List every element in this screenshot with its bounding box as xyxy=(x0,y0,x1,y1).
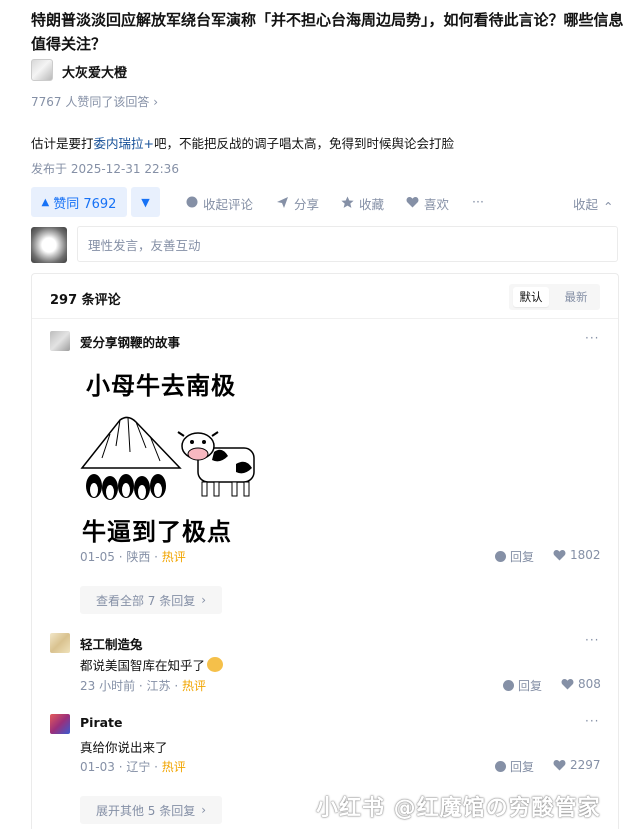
comment-like-count: 2297 xyxy=(570,758,601,772)
comment-location: 江苏 xyxy=(146,679,171,693)
comment-text: 都说美国智库在知乎了 xyxy=(80,655,224,674)
comment-time: 23 小时前 xyxy=(80,679,136,693)
collapse-comments-label: 收起评论 xyxy=(203,197,254,212)
comment-text-body: 都说美国智库在知乎了 xyxy=(80,658,206,673)
expand-replies-label: 展开其他 5 条回复 xyxy=(95,803,196,818)
question-title[interactable]: 特朗普淡淡回应解放军绕台军演称「并不担心台海周边局势」，如何看待此言论？哪些信息… xyxy=(31,8,631,56)
sort-newest-button[interactable]: 最新 xyxy=(556,287,596,307)
hot-badge: 热评 xyxy=(161,760,186,774)
comment-count: 297 条评论 xyxy=(50,293,121,308)
commenter-avatar[interactable] xyxy=(50,633,70,653)
more-icon: ··· xyxy=(472,194,484,209)
reply-icon xyxy=(503,680,514,691)
reply-icon xyxy=(495,761,506,772)
fold-button[interactable]: 收起 ⌃ xyxy=(573,194,614,214)
reply-label: 回复 xyxy=(510,550,535,564)
view-all-replies-button[interactable]: 查看全部 7 条回复 › xyxy=(80,586,222,614)
collapse-comments-button[interactable]: 收起评论 xyxy=(186,194,253,213)
comment-like-button[interactable]: 1802 xyxy=(553,548,601,562)
favorite-button[interactable]: 收藏 xyxy=(341,194,384,213)
vote-up-label: 赞同 7692 xyxy=(53,196,117,212)
content-link[interactable]: 委内瑞拉+ xyxy=(94,136,154,151)
expand-replies-button[interactable]: 展开其他 5 条回复 › xyxy=(80,796,222,824)
meme-illustration xyxy=(80,416,255,500)
fold-label: 收起 xyxy=(573,197,599,212)
comment-like-button[interactable]: 808 xyxy=(561,677,601,691)
commenter-name[interactable]: 轻工制造兔 xyxy=(80,634,143,653)
share-label: 分享 xyxy=(294,197,320,212)
commenter-avatar[interactable] xyxy=(50,331,70,351)
sort-default-button[interactable]: 默认 xyxy=(513,287,549,307)
reply-label: 回复 xyxy=(518,679,543,693)
meme-bottom-text: 牛逼到了极点 xyxy=(82,518,232,546)
comment-location: 陕西 xyxy=(126,550,151,564)
comment-meta: 01-03 · 辽宁 · 热评 xyxy=(80,760,186,774)
author-name[interactable]: 大灰爱大橙 xyxy=(62,62,127,81)
chevron-up-icon: ⌃ xyxy=(603,199,614,214)
star-icon xyxy=(341,196,354,212)
vote-down-button[interactable]: ▼ xyxy=(131,187,160,217)
heart-icon xyxy=(561,679,574,690)
reply-icon xyxy=(495,551,506,562)
comment-more-button[interactable]: ··· xyxy=(585,633,599,647)
meme-top-text: 小母牛去南极 xyxy=(86,372,236,400)
heart-icon xyxy=(406,196,419,211)
cat-emoji-icon xyxy=(207,657,224,672)
comment-more-button[interactable]: ··· xyxy=(585,331,599,345)
chevron-right-icon: › xyxy=(201,803,207,817)
like-label: 喜欢 xyxy=(424,197,450,212)
chevron-right-icon: › xyxy=(153,95,158,109)
arrow-up-icon: ▲ xyxy=(41,196,50,208)
author-avatar[interactable] xyxy=(31,59,53,81)
comment-date: 01-03 xyxy=(80,760,115,774)
view-all-replies-label: 查看全部 7 条回复 xyxy=(95,593,196,608)
vote-up-button[interactable]: ▲ 赞同 7692 xyxy=(31,187,127,217)
reply-button[interactable]: 回复 xyxy=(503,677,542,694)
paper-plane-icon xyxy=(276,196,289,212)
comment-like-count: 1802 xyxy=(570,548,601,562)
watermark: 小红书 @红魔馆の穷酸管家 xyxy=(316,796,601,821)
comment-text: 真给你说出来了 xyxy=(80,740,168,755)
like-button[interactable]: 喜欢 xyxy=(406,194,449,213)
comment-meta: 23 小时前 · 江苏 · 热评 xyxy=(80,679,207,693)
comment-like-count: 808 xyxy=(578,677,601,691)
divider xyxy=(32,318,618,319)
comment-like-button[interactable]: 2297 xyxy=(553,758,601,772)
comment-bubble-icon xyxy=(186,196,198,211)
commenter-name[interactable]: Pirate xyxy=(80,715,123,730)
voters-text: 7767 人赞同了该回答 xyxy=(31,95,150,109)
content-text-after: 吧，不能把反战的调子唱太高，免得到时候舆论会打脸 xyxy=(154,136,455,151)
favorite-label: 收藏 xyxy=(359,197,385,212)
comment-location: 辽宁 xyxy=(126,760,151,774)
more-button[interactable]: ··· xyxy=(472,194,484,209)
share-button[interactable]: 分享 xyxy=(276,194,319,213)
comment-more-button[interactable]: ··· xyxy=(585,714,599,728)
heart-icon xyxy=(553,550,566,561)
comment-meta: 01-05 · 陕西 · 热评 xyxy=(80,550,186,564)
comment-input-placeholder: 理性发言，友善互动 xyxy=(88,237,201,253)
current-user-avatar xyxy=(31,227,67,263)
hot-badge: 热评 xyxy=(161,550,186,564)
reply-button[interactable]: 回复 xyxy=(495,548,534,565)
reply-label: 回复 xyxy=(510,760,535,774)
chevron-right-icon: › xyxy=(201,593,207,607)
hot-badge: 热评 xyxy=(182,679,207,693)
answer-content: 估计是要打委内瑞拉+吧，不能把反战的调子唱太高，免得到时候舆论会打脸 xyxy=(31,133,454,152)
content-text-before: 估计是要打 xyxy=(31,136,94,151)
reply-button[interactable]: 回复 xyxy=(495,758,534,775)
comment-date: 01-05 xyxy=(80,550,115,564)
comment-input[interactable]: 理性发言，友善互动 xyxy=(77,226,618,262)
publish-time: 发布于 2025-12-31 22:36 xyxy=(31,162,179,176)
voters-link[interactable]: 7767 人赞同了该回答 › xyxy=(31,93,158,110)
commenter-avatar[interactable] xyxy=(50,714,70,734)
arrow-down-icon: ▼ xyxy=(141,195,150,209)
commenter-name[interactable]: 爱分享钢鞭的故事 xyxy=(80,332,180,351)
heart-icon xyxy=(553,760,566,771)
